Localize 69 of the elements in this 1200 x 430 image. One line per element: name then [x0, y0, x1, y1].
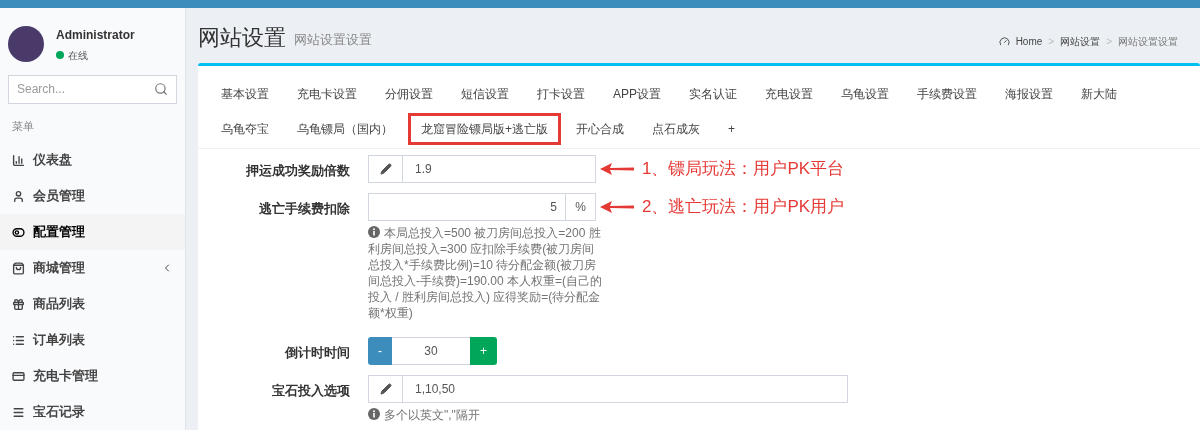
list-icon — [12, 333, 25, 347]
arrow-icon — [600, 201, 634, 213]
dashboard-icon — [998, 36, 1010, 47]
help-text: 本局总投入=500 被刀房间总投入=200 胜利房间总投入=300 应扣除手续费(被刀房间总投入*手续费比例)=10 待分配金额(被刀房间总投入-手续费)=190.00 本人权重=(自己的投入 / 胜利房间总投入) 应得奖励=(待分配金额*权重) — [368, 225, 604, 321]
annotation-text: 1、镖局玩法：用户PK平台 — [642, 158, 845, 181]
user-name: Administrator — [56, 26, 135, 44]
status-text: 在线 — [68, 48, 88, 63]
search-icon — [154, 82, 168, 97]
pencil-icon — [379, 383, 392, 395]
page-subtitle: 网站设置设置 — [294, 30, 372, 49]
tab[interactable]: APP设置 — [600, 77, 674, 110]
menu-item[interactable]: 充电卡管理 — [0, 358, 185, 394]
breadcrumb-separator: > — [1048, 35, 1055, 49]
breadcrumb-separator: > — [1106, 35, 1112, 49]
annotation-text: 2、逃亡玩法：用户PK用户 — [642, 196, 845, 219]
tab[interactable]: 充电设置 — [752, 77, 826, 110]
menu-item[interactable]: 商品列表 — [0, 286, 185, 322]
menu-item[interactable]: 订单列表 — [0, 322, 185, 358]
tab[interactable]: 分佣设置 — [372, 77, 446, 110]
tab[interactable]: 开心合成 — [563, 112, 637, 145]
menu-icon — [12, 405, 25, 419]
input-field[interactable]: 1,10,50 — [368, 375, 848, 403]
input-field[interactable]: 5 — [368, 193, 566, 221]
menu-item[interactable]: 仪表盘 — [0, 142, 185, 178]
tab[interactable]: 乌龟夺宝 — [208, 112, 282, 145]
bar-chart-icon — [12, 153, 25, 167]
menu-item[interactable]: 配置管理 — [0, 214, 185, 250]
tab[interactable]: 乌龟镖局（国内） — [284, 112, 406, 145]
tab[interactable]: 乌龟设置 — [828, 77, 902, 110]
tab[interactable]: 新大陆 — [1068, 77, 1130, 110]
tab[interactable]: + — [715, 112, 749, 145]
breadcrumb-item[interactable]: Home — [1015, 34, 1043, 49]
page-title: 网站设置 — [198, 27, 286, 49]
number-field[interactable]: 30 — [392, 337, 470, 365]
pencil-icon — [379, 163, 392, 175]
tab[interactable]: 实名认证 — [676, 77, 750, 110]
breadcrumb-item: 网站设置设置 — [1118, 35, 1178, 49]
field-label: 宝石投入选项 — [271, 382, 350, 400]
tab[interactable]: 手续费设置 — [904, 77, 990, 110]
menu-item[interactable]: 会员管理 — [0, 178, 185, 214]
tab[interactable]: 打卡设置 — [524, 77, 598, 110]
bag-icon — [12, 261, 25, 275]
menu-header: 菜单 — [11, 118, 35, 134]
field-label: 押运成功奖励倍数 — [245, 162, 350, 180]
breadcrumb-item[interactable]: 网站设置 — [1060, 34, 1101, 49]
avatar — [8, 26, 44, 63]
user-icon — [12, 189, 25, 203]
info-icon — [368, 408, 380, 420]
toggle-icon — [12, 225, 25, 239]
arrow-icon — [600, 163, 634, 175]
input-field[interactable]: 1.9 — [368, 155, 596, 183]
percent-addon: % — [566, 193, 596, 221]
tab[interactable]: 点石成灰 — [639, 112, 713, 145]
field-label: 逃亡手续费扣除 — [258, 200, 350, 218]
info-icon — [368, 226, 380, 238]
tab[interactable]: 充电卡设置 — [284, 77, 370, 110]
tab[interactable]: 短信设置 — [448, 77, 522, 110]
tab[interactable]: 龙窟冒险镖局版+逃亡版 — [408, 112, 561, 145]
gift-icon — [12, 297, 25, 311]
search-field[interactable]: Search... — [8, 75, 177, 104]
menu-item[interactable]: 商城管理 — [0, 250, 185, 286]
card-icon — [12, 369, 25, 383]
menu-item[interactable]: 宝石记录 — [0, 394, 185, 430]
tab[interactable]: 海报设置 — [992, 77, 1066, 110]
search-input[interactable]: Search... — [17, 80, 137, 99]
help-text: 多个以英文","隔开 — [368, 407, 604, 423]
field-label: 倒计时时间 — [283, 344, 350, 362]
tab[interactable]: 基本设置 — [208, 77, 282, 110]
decrement-button[interactable]: - — [368, 337, 392, 365]
